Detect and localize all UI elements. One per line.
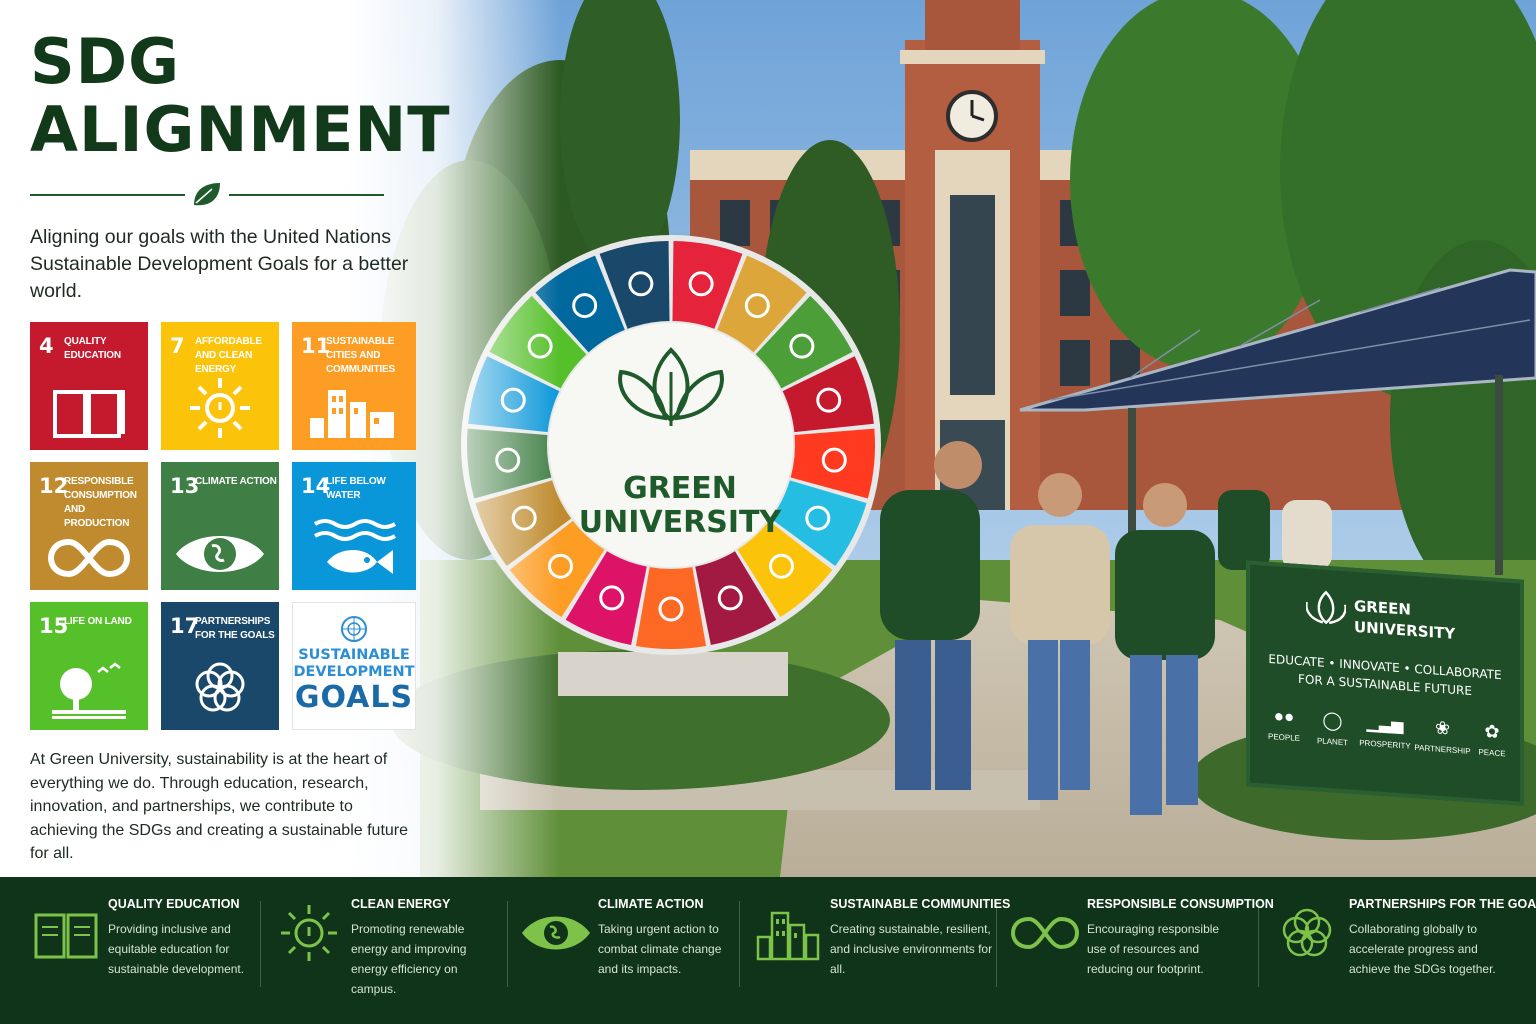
globe-icon: ◯ bbox=[1322, 709, 1343, 732]
sdg-logo-line1: SUSTAINABLE bbox=[298, 647, 410, 663]
footer-title: SUSTAINABLE COMMUNITIES bbox=[830, 897, 1011, 911]
footer-bar: QUALITY EDUCATION Providing inclusive and… bbox=[0, 877, 1536, 1024]
goal-tile-11[interactable]: 11 Sustainable Cities and Communities bbox=[292, 322, 416, 450]
rings-icon bbox=[195, 662, 245, 712]
sign-pillar: PEACE bbox=[1478, 747, 1506, 759]
infinity-icon bbox=[47, 538, 131, 578]
sdg-goal-grid: 4 Quality Education 7 Affordable and Cle… bbox=[30, 322, 416, 730]
intro-paragraph: At Green University, sustainability is a… bbox=[30, 751, 409, 862]
footer-title: CLEAN ENERGY bbox=[351, 897, 451, 911]
intro-section: SDG ALIGNMENT Aligning our goals with th… bbox=[30, 25, 451, 305]
sdg-logo-line3: GOALS bbox=[294, 680, 414, 715]
footer-desc: Creating sustainable, resilient, and inc… bbox=[830, 922, 993, 976]
footer-desc: Providing inclusive and equitable educat… bbox=[108, 922, 245, 976]
goal-tile-4[interactable]: 4 Quality Education bbox=[30, 322, 148, 450]
footer-title: QUALITY EDUCATION bbox=[108, 897, 240, 911]
page-title-line2: ALIGNMENT bbox=[30, 93, 451, 166]
infinity-icon bbox=[1010, 916, 1080, 950]
growth-chart-icon: ▁▃▅ bbox=[1366, 714, 1404, 735]
goal-tile-17[interactable]: 17 Partnerships for the Goals bbox=[161, 602, 279, 730]
footer-item-education: QUALITY EDUCATION Providing inclusive and… bbox=[30, 897, 256, 1024]
goal-label: Responsible Consumption and Production bbox=[64, 476, 137, 529]
eye-globe-icon bbox=[176, 536, 264, 572]
page-subtitle: Aligning our goals with the United Natio… bbox=[30, 226, 409, 302]
people-icon: ●● bbox=[1273, 706, 1295, 727]
un-emblem-icon bbox=[341, 616, 367, 642]
footer-item-consumption: RESPONSIBLE CONSUMPTION Encouraging respo… bbox=[1009, 897, 1274, 1024]
page-title: SDG ALIGNMENT bbox=[30, 25, 451, 166]
fish-icon bbox=[313, 519, 397, 574]
wheel-title-line1: GREEN bbox=[623, 471, 737, 506]
leaf-icon: ✿ bbox=[1484, 720, 1500, 743]
footer-title: RESPONSIBLE CONSUMPTION bbox=[1087, 897, 1274, 911]
book-icon bbox=[53, 390, 125, 438]
goal-label: Life Below Water bbox=[326, 476, 386, 501]
tree-icon bbox=[52, 662, 126, 719]
leaf-icon bbox=[194, 183, 220, 206]
sdg-logo-tile[interactable]: SUSTAINABLE DEVELOPMENT GOALS bbox=[292, 602, 416, 730]
footer-item-partnerships: PARTNERSHIPS FOR THE GOALS Collaborating … bbox=[1271, 897, 1536, 1024]
goal-number: 4 bbox=[39, 334, 54, 358]
city-icon bbox=[310, 390, 394, 438]
goal-tile-12[interactable]: 12 Responsible Consumption and Productio… bbox=[30, 462, 148, 590]
footer-desc: Encouraging responsible use of resources… bbox=[1087, 922, 1220, 976]
goal-label: Affordable and Clean Energy bbox=[195, 336, 262, 375]
goal-tile-14[interactable]: 14 Life Below Water bbox=[292, 462, 416, 590]
sdg-logo-line2: DEVELOPMENT bbox=[293, 664, 415, 680]
page-title-line1: SDG bbox=[30, 25, 181, 98]
goal-tile-13[interactable]: 13 Climate Action bbox=[161, 462, 279, 590]
goal-label: Climate Action bbox=[195, 476, 277, 487]
sign-pillar: PROSPERITY bbox=[1359, 738, 1411, 751]
footer-desc: Collaborating globally to accelerate pro… bbox=[1349, 922, 1496, 976]
sign-pillar: PLANET bbox=[1316, 736, 1349, 748]
goal-label: Partnerships for the Goals bbox=[195, 616, 275, 641]
goal-tile-15[interactable]: 15 Life on Land bbox=[30, 602, 148, 730]
footer-title: CLIMATE ACTION bbox=[598, 897, 704, 911]
goal-label: Life on Land bbox=[64, 616, 132, 627]
footer-title: PARTNERSHIPS FOR THE GOALS bbox=[1349, 897, 1536, 911]
sign-pillar: PARTNERSHIP bbox=[1414, 743, 1471, 756]
campus-sign: GREEN UNIVERSITY EDUCATE • INNOVATE • CO… bbox=[1246, 560, 1524, 806]
book-icon bbox=[34, 913, 98, 959]
goal-label: Quality Education bbox=[64, 336, 121, 361]
goal-label: Sustainable Cities and Communities bbox=[326, 336, 395, 375]
sign-leaf-icon bbox=[1306, 590, 1346, 625]
title-divider bbox=[30, 180, 384, 210]
footer-item-communities: SUSTAINABLE COMMUNITIES Creating sustaina… bbox=[752, 897, 1010, 1024]
rings-icon bbox=[1282, 908, 1332, 957]
wheel-title-line2: UNIVERSITY bbox=[579, 505, 783, 540]
goal-tile-7[interactable]: 7 Affordable and Clean Energy bbox=[161, 322, 279, 450]
sign-pillar: PEOPLE bbox=[1267, 731, 1300, 744]
footer-desc: Taking urgent action to combat climate c… bbox=[598, 922, 722, 976]
goal-number: 7 bbox=[170, 334, 185, 358]
sun-icon bbox=[190, 378, 250, 438]
city-icon bbox=[756, 911, 820, 961]
rings-icon: ❀ bbox=[1434, 717, 1451, 739]
sun-icon bbox=[281, 905, 337, 961]
eye-globe-icon bbox=[522, 916, 590, 950]
footer-item-energy: CLEAN ENERGY Promoting renewable energy a… bbox=[273, 897, 503, 1024]
footer-desc: Promoting renewable energy and improving… bbox=[351, 922, 467, 996]
footer-item-climate: CLIMATE ACTION Taking urgent action to co… bbox=[520, 897, 735, 1024]
